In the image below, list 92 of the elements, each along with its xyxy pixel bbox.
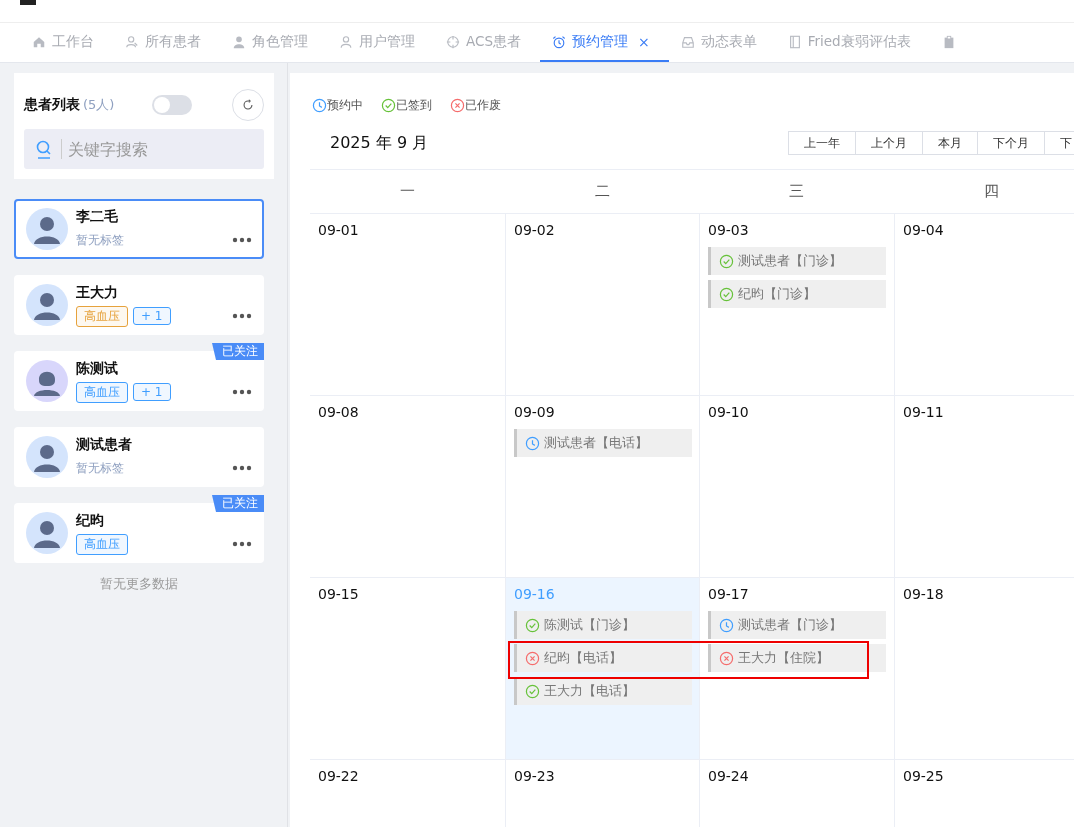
appointment-chip[interactable]: 陈测试【门诊】 <box>514 611 692 639</box>
date-label: 09-10 <box>708 404 750 422</box>
date-label: 09-24 <box>708 768 750 786</box>
date-label: 09-25 <box>903 768 945 786</box>
followed-badge: 已关注 <box>212 343 264 360</box>
no-tags-text: 暂无标签 <box>76 459 124 477</box>
legend-label: 已作废 <box>465 96 501 114</box>
date-label: 09-09 <box>514 404 556 422</box>
no-tags-text: 暂无标签 <box>76 231 124 249</box>
appointment-chip[interactable]: 纪昀【电话】 <box>514 644 692 672</box>
day-cell[interactable]: 09-08 <box>310 396 505 577</box>
nav-button[interactable]: 上一年 <box>788 131 856 155</box>
day-cell[interactable]: 09-25 <box>894 760 1074 827</box>
tab-icon <box>232 34 246 49</box>
day-cell[interactable]: 09-10 <box>699 396 894 577</box>
day-cell[interactable]: 09-23 <box>505 760 699 827</box>
crosshair-icon <box>446 34 460 49</box>
patient-card[interactable]: 测试患者 暂无标签 <box>14 427 264 487</box>
tag: 高血压 <box>76 381 128 403</box>
appointment-chip[interactable]: 测试患者【门诊】 <box>708 611 886 639</box>
date-label: 09-02 <box>514 222 556 240</box>
search-field[interactable]: 关键字搜索 <box>66 138 250 160</box>
more-icon[interactable] <box>232 237 252 243</box>
appointment-chip[interactable]: 测试患者【门诊】 <box>708 247 886 275</box>
date-label: 09-22 <box>318 768 360 786</box>
more-icon[interactable] <box>232 389 252 395</box>
date-label: 09-18 <box>903 586 945 604</box>
toggle-switch[interactable] <box>152 95 193 115</box>
nav-button[interactable]: 上个月 <box>855 131 923 155</box>
appointment-chip[interactable]: 王大力【电话】 <box>514 677 692 705</box>
weekday-header: 四 <box>984 182 999 201</box>
day-cell[interactable]: 09-17 测试患者【门诊】 王大力【住院】 <box>699 578 894 759</box>
day-cell[interactable]: 09-04 <box>894 214 1074 395</box>
month-title: 2025 年 9 月 <box>330 132 429 154</box>
day-cell[interactable]: 09-02 <box>505 214 699 395</box>
no-more-text: 暂无更多数据 <box>99 575 179 593</box>
day-cell[interactable]: 09-15 <box>310 578 505 759</box>
patient-name: 李二毛 <box>76 208 119 226</box>
patient-name: 纪昀 <box>76 512 105 530</box>
followed-badge: 已关注 <box>212 495 264 512</box>
day-cell[interactable]: 09-22 <box>310 760 505 827</box>
close-icon[interactable]: × <box>638 33 650 50</box>
legend-label: 预约中 <box>327 96 363 114</box>
appointment-chip[interactable]: 测试患者【电话】 <box>514 429 692 457</box>
weekday-header: 二 <box>594 182 610 201</box>
tag: 高血压 <box>76 533 128 555</box>
date-label: 09-03 <box>708 222 750 240</box>
day-cell[interactable]: 09-11 <box>894 396 1074 577</box>
tray-icon <box>680 34 695 49</box>
user-outline-icon <box>339 34 353 49</box>
refresh-icon <box>241 98 255 112</box>
day-cell[interactable]: 09-16 陈测试【门诊】 纪昀【电话】 王大力【电话】 <box>505 578 699 759</box>
nav-button[interactable]: 下个月 <box>977 131 1045 155</box>
patient-name: 测试患者 <box>76 436 132 454</box>
nav-button[interactable]: 本月 <box>922 131 978 155</box>
appointment-chip[interactable]: 纪昀【门诊】 <box>708 280 886 308</box>
tag: + 1 <box>133 383 171 401</box>
date-label: 09-11 <box>903 404 945 422</box>
patient-count: (5人) <box>83 96 115 114</box>
search-bar[interactable]: 关键字搜索 <box>24 129 264 169</box>
date-label: 09-16 <box>514 586 556 604</box>
more-icon[interactable] <box>232 313 252 319</box>
day-cell[interactable]: 09-03 测试患者【门诊】 纪昀【门诊】 <box>699 214 894 395</box>
more-icon[interactable] <box>232 541 252 547</box>
refresh-button[interactable] <box>232 89 264 121</box>
date-label: 09-08 <box>318 404 360 422</box>
weekday-header: 一 <box>400 182 415 201</box>
tag: + 1 <box>133 307 171 325</box>
patient-card[interactable]: 李二毛 暂无标签 <box>14 199 264 259</box>
search-icon <box>34 139 62 159</box>
user-outline-icon <box>125 34 139 49</box>
date-label: 09-04 <box>903 222 945 240</box>
date-label: 09-01 <box>318 222 360 240</box>
day-cell[interactable]: 09-24 <box>699 760 894 827</box>
date-label: 09-17 <box>708 586 750 604</box>
patient-name: 陈测试 <box>76 360 119 378</box>
day-cell[interactable]: 09-01 <box>310 214 505 395</box>
date-label: 09-23 <box>514 768 556 786</box>
tag: 高血压 <box>76 305 128 327</box>
nav-button[interactable]: 下 <box>1044 131 1074 155</box>
weekday-header: 三 <box>789 182 804 201</box>
more-icon[interactable] <box>232 465 252 471</box>
day-cell[interactable]: 09-09 测试患者【电话】 <box>505 396 699 577</box>
appointment-chip[interactable]: 王大力【住院】 <box>708 644 886 672</box>
patient-name: 王大力 <box>76 284 119 302</box>
patient-card[interactable]: 王大力 高血压 + 1 <box>14 275 264 335</box>
alarm-clock-icon <box>552 34 566 49</box>
document-icon <box>787 34 802 49</box>
legend-label: 已签到 <box>396 96 432 114</box>
list-title: 患者列表 <box>24 96 80 114</box>
day-cell[interactable]: 09-18 <box>894 578 1074 759</box>
date-label: 09-15 <box>318 586 360 604</box>
